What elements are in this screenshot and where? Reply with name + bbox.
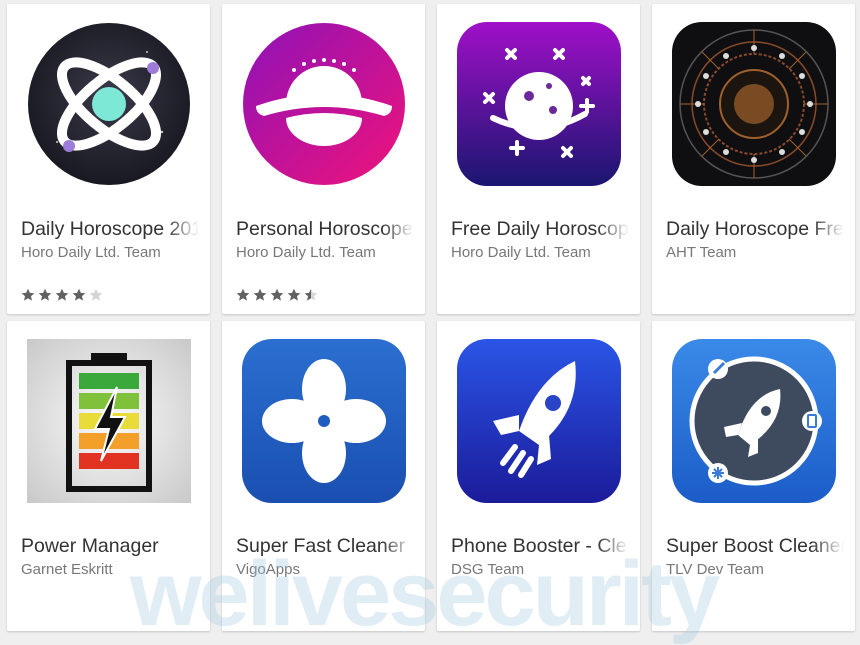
app-title[interactable]: Power Manager xyxy=(21,535,199,558)
star-icon xyxy=(270,288,284,301)
app-card-daily-horoscope-2019[interactable]: Daily Horoscope 2019 Horo Daily Ltd. Tea… xyxy=(7,4,210,314)
app-title[interactable]: Personal Horoscope xyxy=(236,218,414,241)
app-developer[interactable]: TLV Dev Team xyxy=(666,561,844,578)
app-card-super-fast-cleaner[interactable]: Super Fast Cleaner VigoApps xyxy=(222,321,425,631)
fan-icon xyxy=(242,339,406,503)
star-icon xyxy=(38,288,52,301)
app-title[interactable]: Super Fast Cleaner xyxy=(236,535,414,558)
star-icon xyxy=(253,288,267,301)
app-title[interactable]: Daily Horoscope 2019 xyxy=(21,218,199,241)
app-grid: Daily Horoscope 2019 Horo Daily Ltd. Tea… xyxy=(0,0,860,637)
planet-ring-icon xyxy=(242,22,406,186)
app-developer[interactable]: Horo Daily Ltd. Team xyxy=(236,244,414,261)
planet-stars-icon xyxy=(457,22,621,186)
app-developer[interactable]: Horo Daily Ltd. Team xyxy=(21,244,199,261)
star-icon xyxy=(287,288,301,301)
zodiac-wheel-icon xyxy=(672,22,836,186)
rating-stars xyxy=(236,288,318,302)
app-developer[interactable]: AHT Team xyxy=(666,244,844,261)
app-developer[interactable]: Garnet Eskritt xyxy=(21,561,199,578)
star-icon xyxy=(236,288,250,301)
app-card-daily-horoscope-free[interactable]: Daily Horoscope Free AHT Team xyxy=(652,4,855,314)
rocket-icon xyxy=(457,339,621,503)
atom-horoscope-icon xyxy=(27,22,191,186)
star-icon xyxy=(304,288,318,301)
rocket-orbit-icon xyxy=(672,339,836,503)
app-card-free-daily-horoscope[interactable]: Free Daily Horoscope Horo Daily Ltd. Tea… xyxy=(437,4,640,314)
app-developer[interactable]: Horo Daily Ltd. Team xyxy=(451,244,629,261)
star-icon xyxy=(89,288,103,301)
app-developer[interactable]: VigoApps xyxy=(236,561,414,578)
star-icon xyxy=(72,288,86,301)
app-title[interactable]: Phone Booster - Cleaner xyxy=(451,535,629,558)
app-title[interactable]: Super Boost Cleaner xyxy=(666,535,844,558)
rating-stars xyxy=(21,288,103,302)
app-card-personal-horoscope[interactable]: Personal Horoscope Horo Daily Ltd. Team xyxy=(222,4,425,314)
app-card-power-manager[interactable]: Power Manager Garnet Eskritt xyxy=(7,321,210,631)
app-card-phone-booster[interactable]: Phone Booster - Cleaner DSG Team xyxy=(437,321,640,631)
battery-charge-icon xyxy=(27,339,191,503)
app-card-super-boost-cleaner[interactable]: Super Boost Cleaner TLV Dev Team xyxy=(652,321,855,631)
app-developer[interactable]: DSG Team xyxy=(451,561,629,578)
app-title[interactable]: Free Daily Horoscope xyxy=(451,218,629,241)
star-icon xyxy=(21,288,35,301)
app-title[interactable]: Daily Horoscope Free xyxy=(666,218,844,241)
star-icon xyxy=(55,288,69,301)
